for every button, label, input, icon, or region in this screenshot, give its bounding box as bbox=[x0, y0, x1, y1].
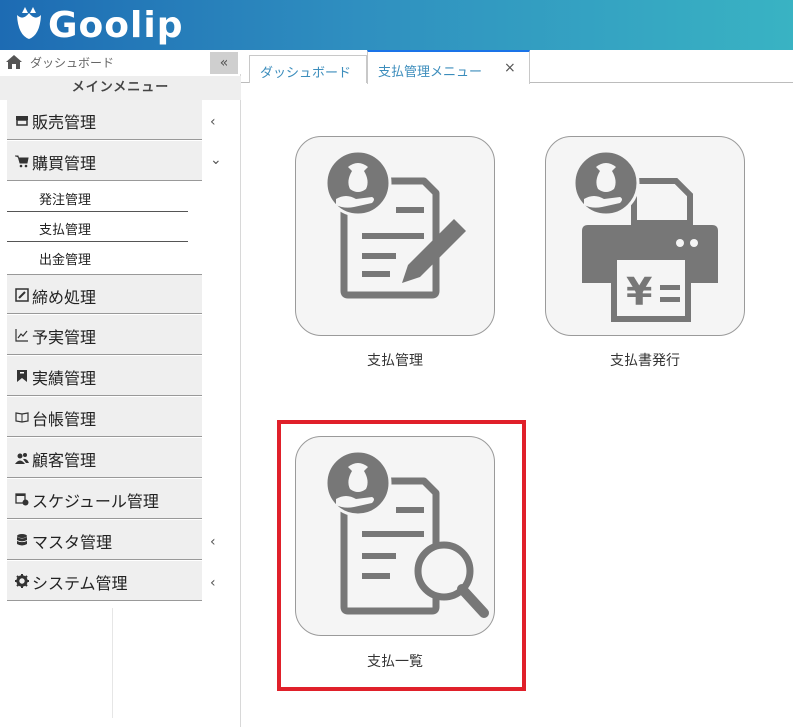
chevron-down-icon[interactable]: ⌄ bbox=[210, 152, 222, 168]
sidebar-item-budget[interactable]: 予実管理 bbox=[7, 315, 202, 355]
app-logo[interactable]: Goolip bbox=[12, 3, 183, 47]
sidebar-item-sales[interactable]: 販売管理 bbox=[7, 100, 202, 140]
sidebar-item-system[interactable]: システム管理 bbox=[7, 561, 202, 601]
chevron-left-icon[interactable]: ‹ bbox=[210, 575, 216, 591]
yen-symbol: ¥ bbox=[626, 270, 652, 314]
sidebar-item-label: 購買管理 bbox=[32, 154, 97, 173]
sidebar-item-ledger[interactable]: 台帳管理 bbox=[7, 397, 202, 437]
sidebar-item-label: 台帳管理 bbox=[32, 410, 97, 429]
sidebar-subitem-label: 発注管理 bbox=[39, 193, 92, 208]
sidebar-item-schedule[interactable]: スケジュール管理 bbox=[7, 479, 202, 519]
sidebar-item-master[interactable]: マスタ管理 bbox=[7, 520, 202, 560]
tab-dashboard[interactable]: ダッシュボード bbox=[249, 55, 367, 83]
cart-icon bbox=[15, 155, 29, 168]
highlight-box bbox=[277, 420, 526, 691]
sidebar-subitem-withdrawal[interactable]: 出金管理 bbox=[7, 242, 188, 272]
close-icon[interactable]: × bbox=[504, 60, 516, 76]
calendar-clock-icon bbox=[15, 493, 29, 506]
sidebar-item-closing[interactable]: 締め処理 bbox=[7, 274, 202, 314]
tab-bar: ダッシュボード 支払管理メニュー × bbox=[241, 50, 793, 84]
logo-text: Goolip bbox=[48, 4, 184, 46]
sidebar-item-label: システム管理 bbox=[32, 574, 128, 593]
sidebar: ダッシュボード « メインメニュー 販売管理 ‹ 購買管理 ⌄ 発注管理 支払管… bbox=[0, 50, 241, 727]
edit-box-icon bbox=[15, 288, 29, 302]
bookmark-icon bbox=[17, 370, 27, 382]
sidebar-collapse-button[interactable]: « bbox=[210, 52, 238, 74]
sidebar-dashboard-label: ダッシュボード bbox=[30, 56, 115, 70]
tulip-logo-icon bbox=[17, 7, 41, 39]
payment-print-icon: ¥ bbox=[572, 149, 718, 322]
sidebar-item-label: 顧客管理 bbox=[32, 451, 97, 470]
sidebar-dashboard-link[interactable]: ダッシュボード bbox=[0, 50, 241, 74]
tab-label: 支払管理メニュー bbox=[378, 65, 483, 80]
sidebar-item-label: 実績管理 bbox=[32, 369, 97, 388]
sidebar-item-purchasing[interactable]: 購買管理 bbox=[7, 141, 202, 181]
home-icon bbox=[6, 55, 22, 69]
sidebar-subitem-label: 支払管理 bbox=[39, 223, 92, 238]
sidebar-divider bbox=[112, 608, 113, 718]
gear-icon bbox=[15, 574, 29, 588]
card-label[interactable]: 支払書発行 bbox=[545, 350, 745, 370]
payment-management-card[interactable] bbox=[295, 136, 495, 336]
tab-payment-menu[interactable]: 支払管理メニュー × bbox=[367, 50, 530, 84]
book-icon bbox=[15, 412, 29, 423]
database-icon bbox=[16, 534, 28, 546]
sidebar-item-results[interactable]: 実績管理 bbox=[7, 356, 202, 396]
payment-document-issue-card[interactable]: ¥ bbox=[545, 136, 745, 336]
tab-label: ダッシュボード bbox=[260, 66, 352, 81]
sidebar-item-label: マスタ管理 bbox=[32, 533, 113, 552]
app-header: Goolip bbox=[0, 0, 793, 50]
sidebar-item-label: 販売管理 bbox=[32, 113, 97, 132]
sidebar-subitem-payment[interactable]: 支払管理 bbox=[7, 212, 188, 242]
main-menu-title: メインメニュー bbox=[0, 76, 241, 100]
sidebar-item-label: スケジュール管理 bbox=[32, 492, 159, 511]
sidebar-subitem-order[interactable]: 発注管理 bbox=[7, 182, 188, 212]
sidebar-subitem-label: 出金管理 bbox=[39, 253, 92, 268]
sidebar-item-label: 締め処理 bbox=[32, 288, 97, 307]
payment-edit-icon bbox=[324, 149, 466, 299]
chevron-left-icon[interactable]: ‹ bbox=[210, 534, 216, 550]
users-icon bbox=[15, 453, 29, 464]
sidebar-item-label: 予実管理 bbox=[32, 328, 97, 347]
line-chart-icon bbox=[15, 329, 28, 342]
card-label[interactable]: 支払管理 bbox=[295, 350, 495, 370]
store-icon bbox=[16, 116, 28, 126]
chevron-left-icon[interactable]: ‹ bbox=[210, 114, 216, 130]
sidebar-item-customers[interactable]: 顧客管理 bbox=[7, 438, 202, 478]
